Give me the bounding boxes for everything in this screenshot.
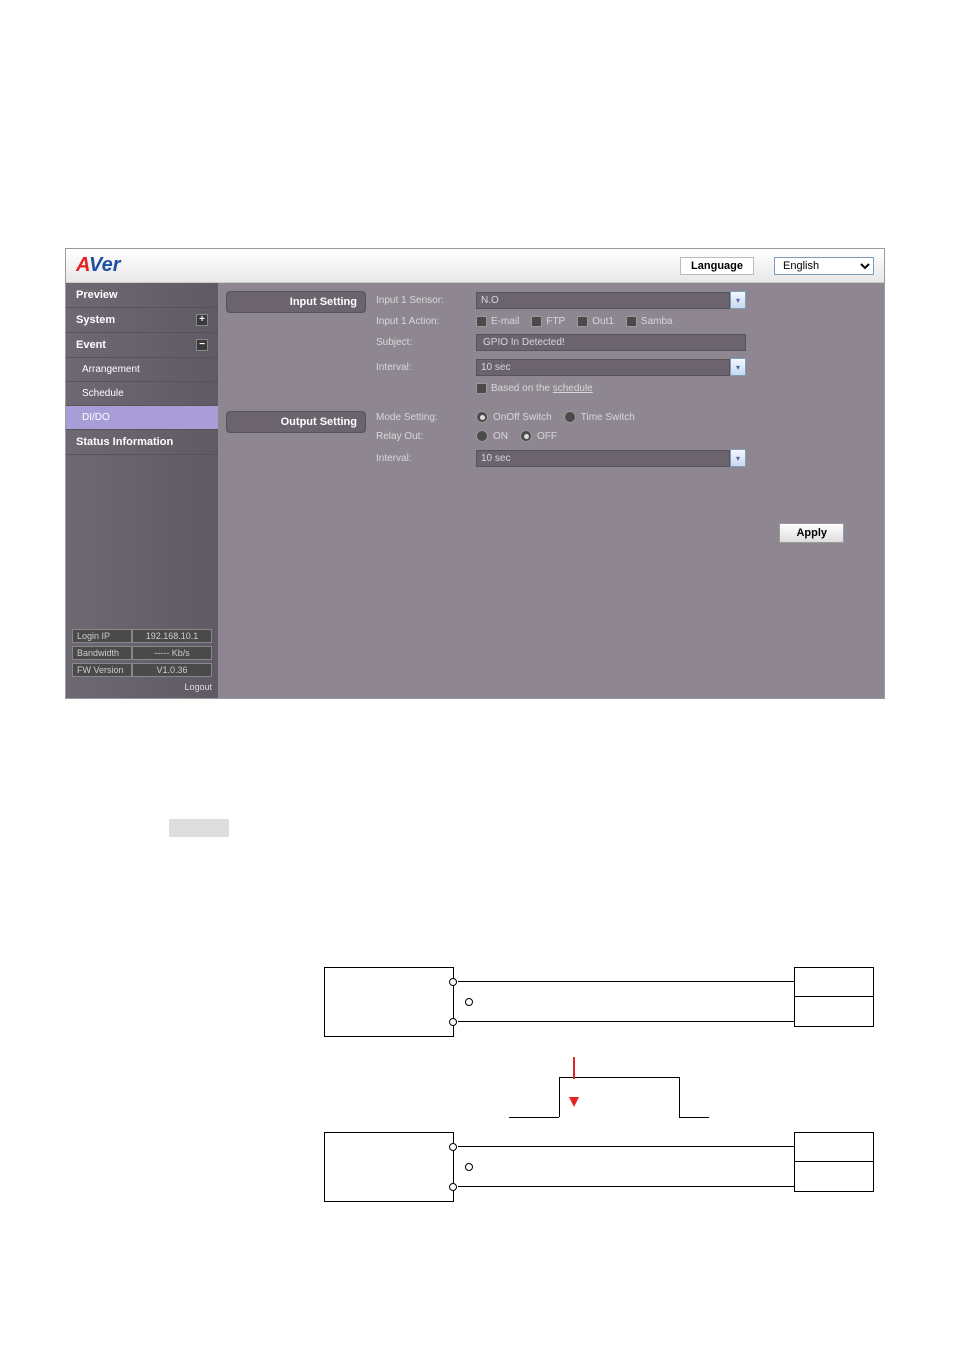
email-checkbox[interactable] (476, 316, 487, 327)
subject-label: Subject: (376, 337, 476, 348)
arrow-line (573, 1057, 575, 1079)
samba-checkbox[interactable] (626, 316, 637, 327)
input-interval-label: Interval: (376, 362, 476, 373)
sidebar-item-preview[interactable]: Preview (66, 283, 218, 308)
schedule-checkbox[interactable] (476, 383, 487, 394)
main-panel: Input Setting Input 1 Sensor: ▾ Input 1 … (218, 283, 884, 698)
sidebar-item-status[interactable]: Status Information (66, 430, 218, 455)
relay-on-radio[interactable] (476, 430, 488, 442)
input-interval-select[interactable] (476, 359, 730, 376)
arrow-down-icon (569, 1097, 579, 1107)
logout-link[interactable]: Logout (72, 680, 212, 692)
sidebar-item-event[interactable]: Event − (66, 333, 218, 358)
fw-version-label: FW Version (72, 663, 132, 677)
pulse-waveform (509, 1077, 709, 1122)
login-ip-value: 192.168.10.1 (132, 629, 212, 643)
time-switch-radio[interactable] (564, 411, 576, 423)
input-sensor-select[interactable] (476, 292, 730, 309)
schedule-link[interactable]: schedule (553, 383, 593, 394)
ftp-checkbox[interactable] (531, 316, 542, 327)
mode-setting-label: Mode Setting: (376, 412, 476, 423)
top-bar: AVer Language English (66, 249, 884, 283)
relay-diagram-1 (324, 967, 885, 1037)
chevron-down-icon[interactable]: ▾ (730, 449, 746, 467)
chevron-down-icon[interactable]: ▾ (730, 291, 746, 309)
bandwidth-value: ----- Kb/s (132, 646, 212, 660)
highlight-box (169, 819, 229, 837)
relay-diagram-2 (324, 1132, 885, 1202)
diagram-left-box (324, 967, 454, 1037)
input-action-label: Input 1 Action: (376, 316, 476, 327)
input-sensor-label: Input 1 Sensor: (376, 295, 476, 306)
output-interval-label: Interval: (376, 453, 476, 464)
language-label: Language (680, 257, 754, 275)
sidebar-info-panel: Login IP 192.168.10.1 Bandwidth ----- Kb… (72, 629, 212, 692)
diagram-area (169, 819, 885, 1202)
bandwidth-label: Bandwidth (72, 646, 132, 660)
subject-input[interactable] (476, 334, 746, 351)
sidebar-item-arrangement[interactable]: Arrangement (66, 358, 218, 382)
diagram-left-box (324, 1132, 454, 1202)
apply-button[interactable]: Apply (779, 523, 844, 543)
login-ip-label: Login IP (72, 629, 132, 643)
logo: AVer (76, 254, 121, 277)
chevron-down-icon[interactable]: ▾ (730, 358, 746, 376)
sidebar-item-system[interactable]: System + (66, 308, 218, 333)
input-setting-section: Input Setting Input 1 Sensor: ▾ Input 1 … (226, 291, 876, 401)
relay-out-label: Relay Out: (376, 431, 476, 442)
out1-checkbox[interactable] (577, 316, 588, 327)
relay-off-radio[interactable] (520, 430, 532, 442)
output-interval-select[interactable] (476, 450, 730, 467)
sidebar-item-schedule[interactable]: Schedule (66, 382, 218, 406)
onoff-switch-radio[interactable] (476, 411, 488, 423)
fw-version-value: V1.0.36 (132, 663, 212, 677)
output-setting-section: Output Setting Mode Setting: OnOff Switc… (226, 411, 876, 474)
plus-icon: + (196, 314, 208, 326)
sidebar: Preview System + Event − Arrangement Sch… (66, 283, 218, 698)
sidebar-item-dido[interactable]: DI/DO (66, 406, 218, 430)
output-setting-title: Output Setting (226, 411, 366, 433)
app-window: AVer Language English Preview System + E… (65, 248, 885, 699)
input-setting-title: Input Setting (226, 291, 366, 313)
diagram-right-box (794, 967, 874, 1027)
minus-icon: − (196, 339, 208, 351)
diagram-right-box (794, 1132, 874, 1192)
language-select[interactable]: English (774, 257, 874, 275)
